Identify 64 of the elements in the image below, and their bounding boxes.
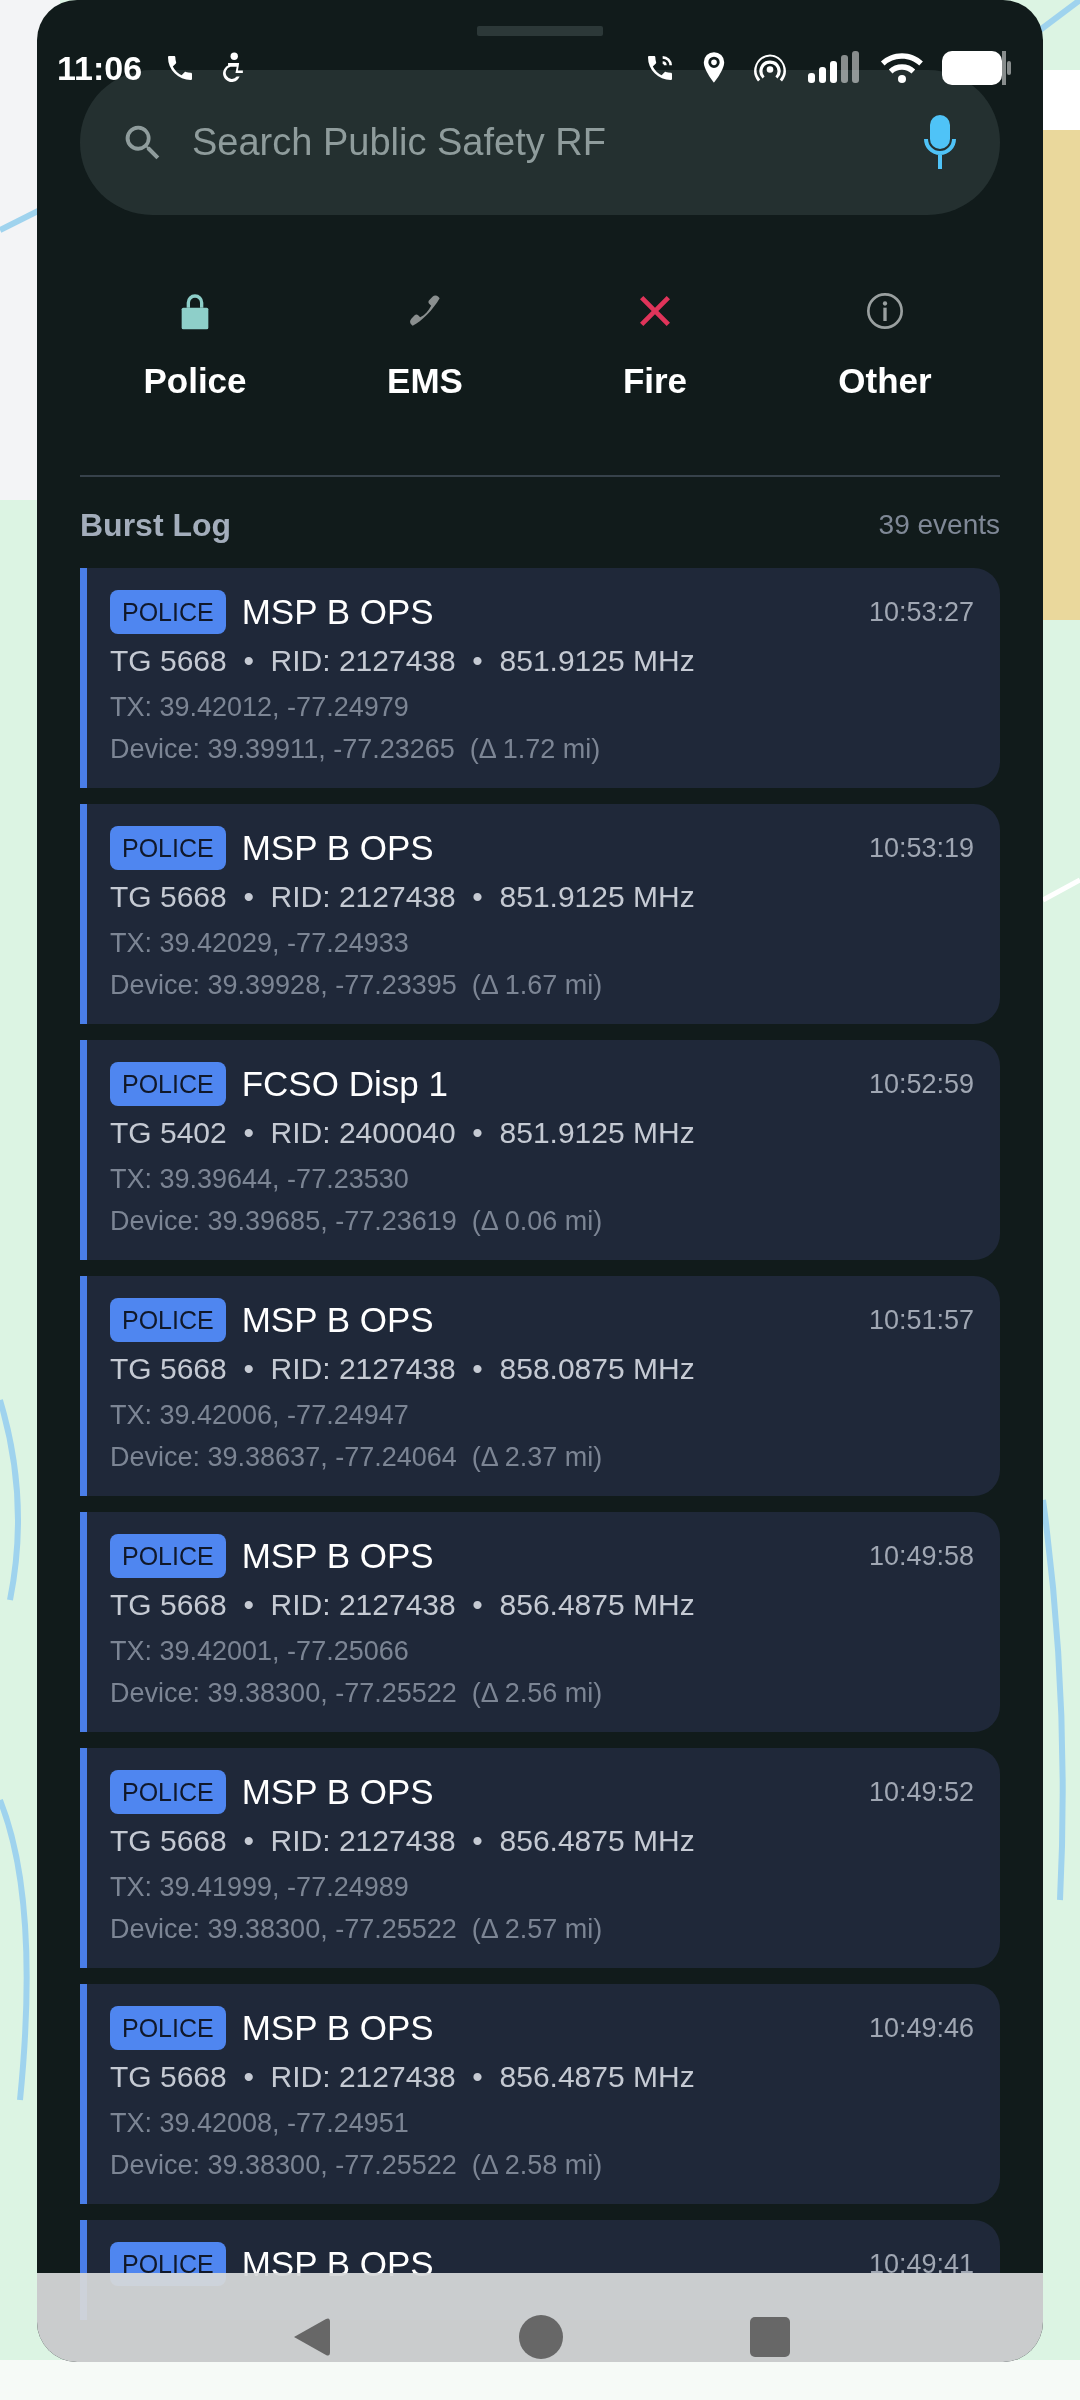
device-coordinates: Device: 39.39928, -77.23395 (Δ 1.67 mi) — [110, 969, 604, 1002]
event-card[interactable]: POLICE FCSO Disp 1 10:52:59 TG 5402 • RID: 2400040 • 851.9125 MHz TX: 39.39644, -77.23530 Device: 39.39685, -77.23619 (Δ 0.06 mi) — [80, 1040, 1000, 1260]
hotspot-icon — [752, 53, 788, 83]
category-tag: POLICE — [110, 2006, 226, 2050]
recents-button[interactable] — [749, 2317, 790, 2357]
talkgroup-name: MSP B OPS — [241, 1299, 435, 1341]
event-details: TG 5668 • RID: 2127438 • 856.4875 MHz — [110, 1587, 696, 1623]
category-button[interactable]: Other — [770, 290, 1000, 400]
event-time: 10:51:57 — [868, 1304, 974, 1337]
home-button[interactable] — [519, 2315, 563, 2359]
talkgroup-name: MSP B OPS — [241, 1535, 435, 1577]
event-time: 10:49:52 — [868, 1776, 974, 1809]
event-card[interactable]: POLICE MSP B OPS 10:53:19 TG 5668 • RID: 2127438 • 851.9125 MHz TX: 39.42029, -77.24933 Device: 39.39928, -77.23395 (Δ 1.67 mi) — [80, 804, 1000, 1024]
event-card[interactable]: POLICE MSP B OPS 10:49:52 TG 5668 • RID: 2127438 • 856.4875 MHz TX: 39.41999, -77.24989 Device: 39.38300, -77.25522 (Δ 2.57 mi) — [80, 1748, 1000, 1968]
wifi-icon — [880, 51, 924, 85]
tx-coordinates: TX: 39.42012, -77.24979 — [110, 691, 410, 724]
talkgroup-name: MSP B OPS — [241, 1771, 435, 1813]
event-details: TG 5668 • RID: 2127438 • 851.9125 MHz — [110, 879, 696, 915]
tx-coordinates: TX: 39.39644, -77.23530 — [110, 1163, 410, 1196]
device-coordinates: Device: 39.38300, -77.25522 (Δ 2.57 mi) — [110, 1913, 604, 1946]
device-coordinates: Device: 39.39685, -77.23619 (Δ 0.06 mi) — [110, 1205, 604, 1238]
event-time: 10:49:41 — [868, 2248, 974, 2281]
event-time: 10:49:58 — [868, 1540, 974, 1573]
tx-coordinates: TX: 39.42006, -77.24947 — [110, 1399, 410, 1432]
event-details: TG 5668 • RID: 2127438 • 858.0875 MHz — [110, 1351, 696, 1387]
category-tag: POLICE — [110, 590, 226, 634]
category-button[interactable]: EMS — [310, 290, 540, 400]
category-button[interactable]: Police — [80, 290, 310, 400]
event-time: 10:53:19 — [868, 832, 974, 865]
drag-handle[interactable] — [477, 26, 603, 36]
section-title: Burst Log — [80, 507, 232, 543]
talkgroup-name: MSP B OPS — [241, 827, 435, 869]
event-time: 10:52:59 — [868, 1068, 974, 1101]
event-details: TG 5668 • RID: 2127438 • 856.4875 MHz — [110, 2059, 696, 2095]
event-details: TG 5668 • RID: 2127438 • 851.9125 MHz — [110, 643, 696, 679]
device-coordinates: Device: 39.39911, -77.23265 (Δ 1.72 mi) — [110, 733, 602, 766]
tx-coordinates: TX: 39.42029, -77.24933 — [110, 927, 410, 960]
talkgroup-name: MSP B OPS — [241, 591, 435, 633]
talkgroup-name: FCSO Disp 1 — [241, 1063, 449, 1105]
talkgroup-name: MSP B OPS — [241, 2007, 435, 2049]
event-card[interactable]: POLICE MSP B OPS 10:49:46 TG 5668 • RID: 2127438 • 856.4875 MHz TX: 39.42008, -77.24951 Device: 39.38300, -77.25522 (Δ 2.58 mi) — [80, 1984, 1000, 2204]
tx-coordinates: TX: 39.42001, -77.25066 — [110, 1635, 410, 1668]
event-details: TG 5402 • RID: 2400040 • 851.9125 MHz — [110, 1115, 696, 1151]
event-time: 10:53:27 — [868, 596, 974, 629]
category-button[interactable]: Fire — [540, 290, 770, 400]
talkgroup-name: MSP B OPS — [241, 2243, 435, 2285]
category-tag: POLICE — [110, 1534, 226, 1578]
search-field[interactable]: Search Public Safety RF — [190, 113, 896, 172]
category-tag: POLICE — [110, 826, 226, 870]
event-time: 10:49:46 — [868, 2012, 974, 2045]
battery-icon — [942, 51, 1012, 85]
device-coordinates: Device: 39.38300, -77.25522 (Δ 2.58 mi) — [110, 2149, 604, 2182]
tx-coordinates: TX: 39.41999, -77.24989 — [110, 1871, 410, 1904]
device-coordinates: Device: 39.38300, -77.25522 (Δ 2.56 mi) — [110, 1677, 604, 1710]
device-coordinates: Device: 39.38637, -77.24064 (Δ 2.37 mi) — [110, 1441, 604, 1474]
category-tag: POLICE — [110, 1062, 226, 1106]
category-tag: POLICE — [110, 1770, 226, 1814]
event-card[interactable]: POLICE MSP B OPS 10:49:58 TG 5668 • RID: 2127438 • 856.4875 MHz TX: 39.42001, -77.25066 Device: 39.38300, -77.25522 (Δ 2.56 mi) — [80, 1512, 1000, 1732]
event-card[interactable]: POLICE MSP B OPS 10:51:57 TG 5668 • RID: 2127438 • 858.0875 MHz TX: 39.42006, -77.24947 Device: 39.38637, -77.24064 (Δ 2.37 mi) — [80, 1276, 1000, 1496]
event-details: TG 5668 • RID: 2127438 • 856.4875 MHz — [110, 1823, 696, 1859]
event-card[interactable]: POLICE MSP B OPS 10:53:27 TG 5668 • RID: 2127438 • 851.9125 MHz TX: 39.42012, -77.24979 Device: 39.39911, -77.23265 (Δ 1.72 mi) — [80, 568, 1000, 788]
tx-coordinates: TX: 39.42008, -77.24951 — [110, 2107, 410, 2140]
event-count: 39 events — [878, 508, 1000, 542]
category-tag: POLICE — [110, 1298, 226, 1342]
